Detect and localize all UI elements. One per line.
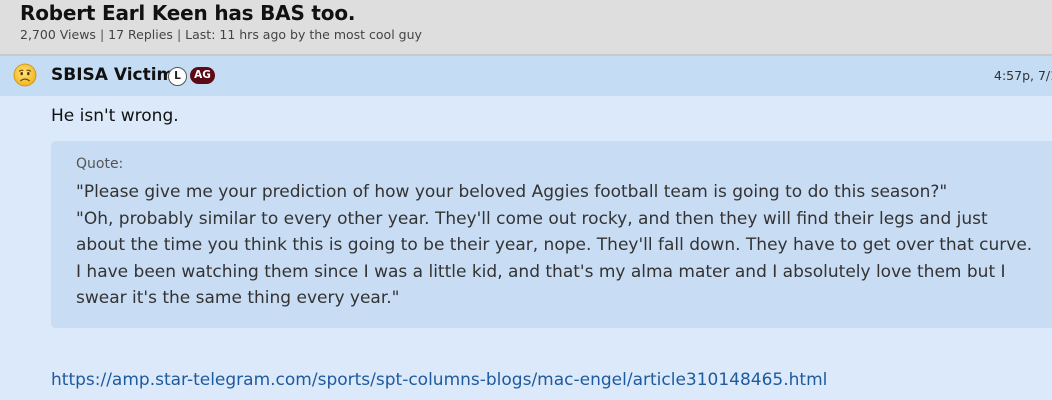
frowning-face-icon — [13, 63, 37, 87]
article-link[interactable]: https://amp.star-telegram.com/sports/spt… — [51, 370, 827, 390]
thread-title: Robert Earl Keen has BAS too. — [20, 1, 356, 25]
badge-ag: AG — [190, 67, 215, 84]
post-header: SBISA Victim L AG 4:57p, 7/1 — [0, 55, 1052, 96]
quote-text: "Please give me your prediction of how y… — [76, 179, 1036, 312]
thread-meta: 2,700 Views | 17 Replies | Last: 11 hrs ago … — [20, 27, 422, 42]
post-timestamp[interactable]: 4:57p, 7/1 — [994, 68, 1052, 83]
badge-l: L — [168, 67, 187, 86]
quote-box: Quote: "Please give me your prediction o… — [51, 141, 1052, 328]
post-body: He isn't wrong. Quote: "Please give me y… — [0, 96, 1052, 400]
last-reply[interactable]: Last: 11 hrs ago by the most cool guy — [185, 27, 422, 42]
meta-separator: | — [99, 27, 105, 42]
replies-count[interactable]: 17 Replies — [108, 27, 173, 42]
views-count: 2,700 Views — [20, 27, 96, 42]
quote-label: Quote: — [76, 156, 124, 172]
username[interactable]: SBISA Victim — [51, 65, 174, 85]
thread-header: Robert Earl Keen has BAS too. 2,700 View… — [0, 0, 1052, 55]
quote-line: "Oh, probably similar to every other yea… — [76, 208, 1033, 309]
meta-separator: | — [176, 27, 182, 42]
quote-line: "Please give me your prediction of how y… — [76, 182, 948, 202]
post-text: He isn't wrong. — [51, 106, 179, 126]
